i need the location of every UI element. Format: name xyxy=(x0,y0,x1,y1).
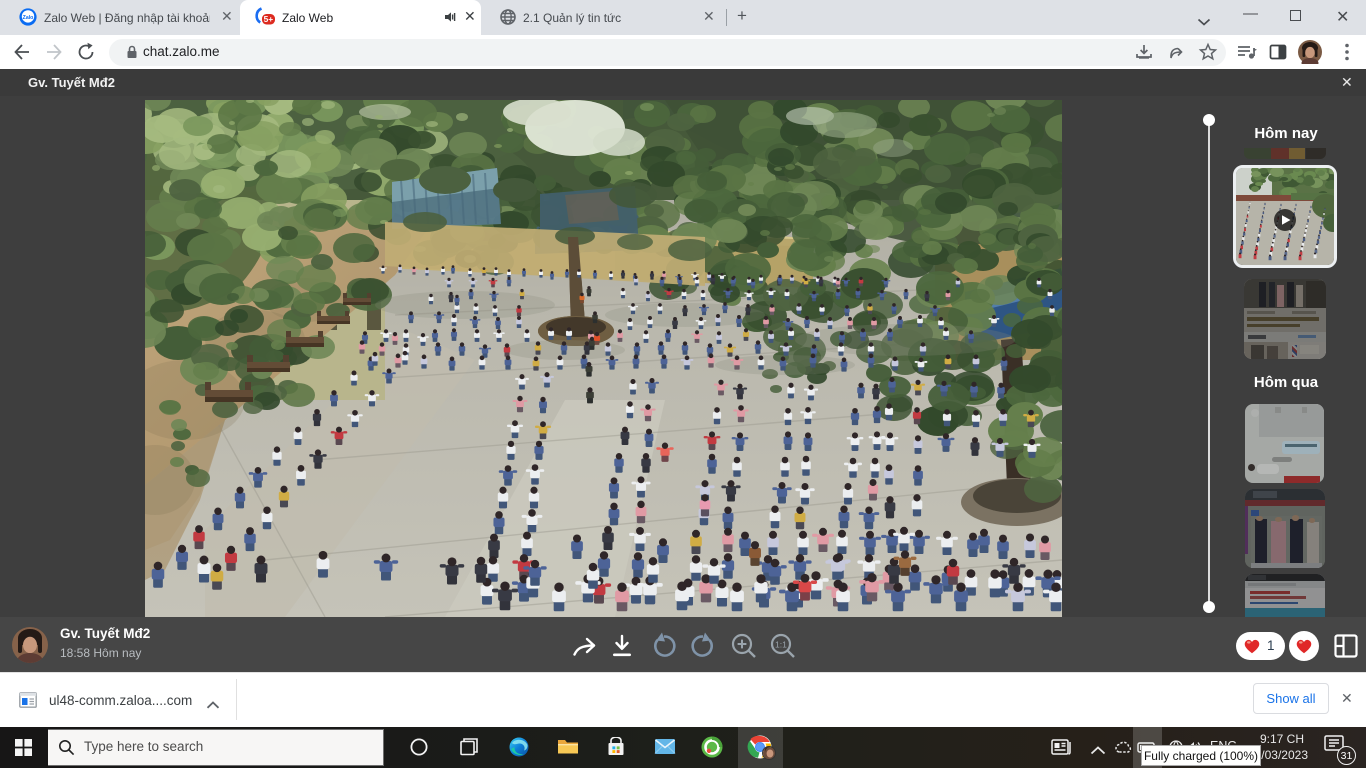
svg-text:Zalo: Zalo xyxy=(23,15,34,21)
svg-text:1:1: 1:1 xyxy=(775,639,787,649)
svg-text:5+: 5+ xyxy=(264,14,274,24)
